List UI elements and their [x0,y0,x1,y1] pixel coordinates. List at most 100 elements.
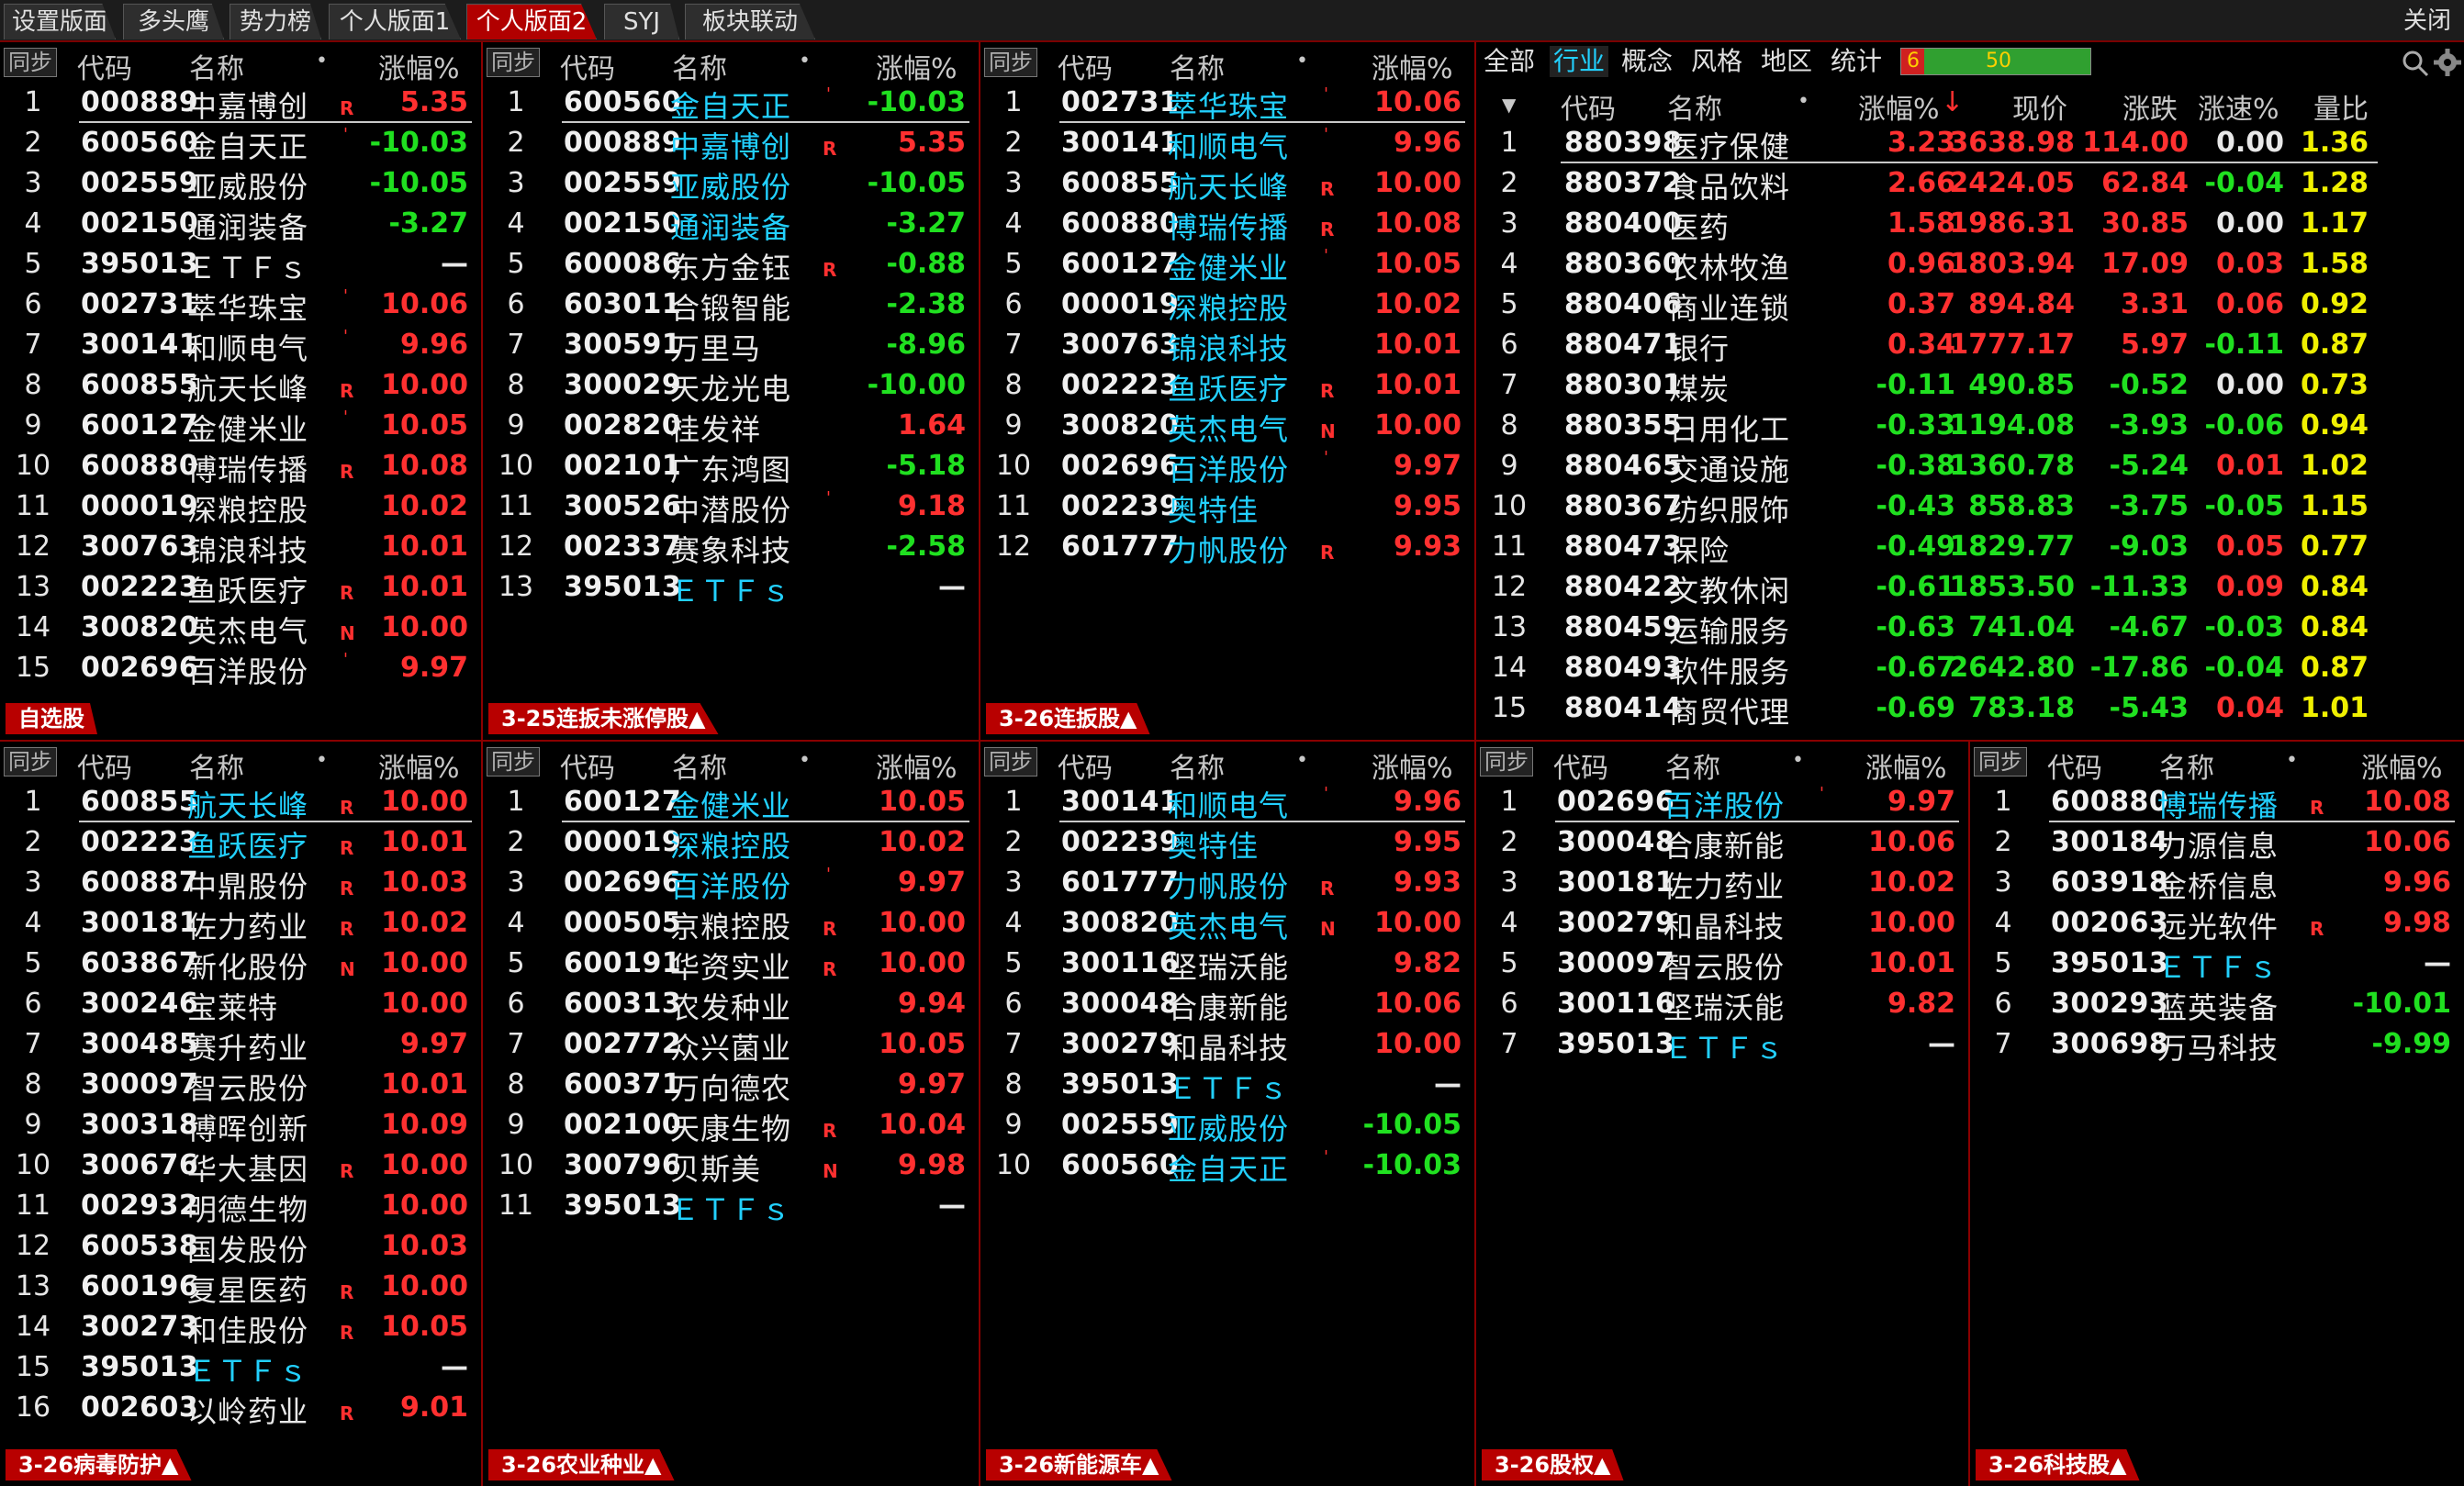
table-row[interactable]: 6 300293 蓝英装备 -10.01 [1970,984,2464,1025]
tab-bull-eagle[interactable]: 多头鹰 [123,4,224,39]
table-row[interactable]: 10 880367 纺织服饰 -0.43 858.83 -3.75 -0.05 1.15 [1476,486,2464,528]
table-row[interactable]: 11 000019 深粮控股 10.02 [0,486,481,528]
table-row[interactable]: 3 600855 航天长峰 R 10.00 [980,163,1474,205]
table-row[interactable]: 2 002239 奥特佳 9.95 [980,822,1474,864]
col-name[interactable]: 名称 [672,46,727,86]
col-code[interactable]: 代码 [1561,86,1616,127]
table-row[interactable]: 3 601777 力帆股份 R 9.93 [980,863,1474,904]
sort-toggle-icon[interactable]: ▼ [1502,94,1516,116]
tab-personal-2[interactable]: 个人版面2 [466,4,597,39]
sync-button[interactable]: 同步 [487,48,540,77]
tab-power-rank[interactable]: 势力榜 [230,4,321,39]
table-row[interactable]: 7 880301 煤炭 -0.11 490.85 -0.52 0.00 0.73 [1476,365,2464,407]
table-row[interactable]: 13 880459 运输服务 -0.63 741.04 -4.67 -0.03 0.84 [1476,608,2464,649]
table-row[interactable]: 5 600127 金健米业 ' 10.05 [980,244,1474,285]
table-row[interactable]: 5 395013 ＥＴＦｓ — [0,244,481,285]
col-pct[interactable]: 涨幅% [876,46,958,86]
table-row[interactable]: 4 000505 京粮控股 R 10.00 [483,903,979,944]
table-row[interactable]: 6 603011 合锻智能 -2.38 [483,285,979,326]
panel-footer-tab[interactable]: 自选股 [6,703,97,734]
col-name[interactable]: 名称 [1667,86,1722,127]
table-row[interactable]: 10 600560 金自天正 ' -10.03 [980,1145,1474,1187]
table-row[interactable]: 3 880400 医药 1.58 1986.31 30.85 0.00 1.17 [1476,204,2464,245]
table-row[interactable]: 3 300181 佐力药业 10.02 [1476,863,1968,904]
table-row[interactable]: 6 300246 宝莱特 10.00 [0,984,481,1025]
col-code[interactable]: 代码 [2047,745,2102,786]
col-pct[interactable]: 涨幅% [378,46,460,86]
sync-button[interactable]: 同步 [984,48,1037,77]
table-row[interactable]: 4 300279 和晶科技 10.00 [1476,903,1968,944]
table-row[interactable]: 9 002559 亚威股份 -10.05 [980,1105,1474,1146]
table-row[interactable]: 16 002603 以岭药业 R 9.01 [0,1388,481,1429]
table-row[interactable]: 7 300763 锦浪科技 10.01 [980,325,1474,366]
sync-button[interactable]: 同步 [4,747,57,777]
search-icon[interactable] [2402,50,2429,77]
sync-button[interactable]: 同步 [1974,747,2027,777]
table-row[interactable]: 11 002239 奥特佳 9.95 [980,486,1474,528]
table-row[interactable]: 3 002559 亚威股份 -10.05 [0,163,481,205]
table-row[interactable]: 5 395013 ＥＴＦｓ — [1970,944,2464,985]
filter-style[interactable]: 风格 [1691,46,1742,77]
tab-syj[interactable]: SYJ [604,4,679,39]
table-row[interactable]: 9 880465 交通设施 -0.38 1360.78 -5.24 0.01 1.02 [1476,446,2464,487]
sync-button[interactable]: 同步 [487,747,540,777]
table-row[interactable]: 2 880372 食品饮料 2.66 2424.05 62.84 -0.04 1.28 [1476,163,2464,205]
table-row[interactable]: 15 395013 ＥＴＦｓ — [0,1347,481,1389]
table-row[interactable]: 12 601777 力帆股份 R 9.93 [980,527,1474,568]
filter-concept[interactable]: 概念 [1621,46,1673,77]
table-row[interactable]: 1 000889 中嘉博创 R 5.35 [0,83,481,124]
table-row[interactable]: 8 880355 日用化工 -0.33 1194.08 -3.93 -0.06 0.94 [1476,406,2464,447]
table-row[interactable]: 5 880406 商业连锁 0.37 894.84 3.31 0.06 0.92 [1476,285,2464,326]
table-row[interactable]: 4 600880 博瑞传播 R 10.08 [980,204,1474,245]
filter-region[interactable]: 地区 [1761,46,1812,77]
table-row[interactable]: 12 880422 文教休闲 -0.61 1853.50 -11.33 0.09 0.84 [1476,567,2464,609]
col-code[interactable]: 代码 [1553,745,1608,786]
table-row[interactable]: 11 002932 明德生物 10.00 [0,1186,481,1227]
col-name[interactable]: 名称 [1665,745,1720,786]
table-row[interactable]: 8 300029 天龙光电 -10.00 [483,365,979,407]
col-code[interactable]: 代码 [1058,745,1113,786]
col-pct[interactable]: 涨幅% [378,745,460,786]
panel-footer-tab[interactable]: 3-26连扳股▲ [986,703,1150,734]
col-price[interactable]: 现价 [2012,86,2067,127]
table-row[interactable]: 4 002150 通润装备 -3.27 [0,204,481,245]
table-row[interactable]: 7 395013 ＥＴＦｓ — [1476,1024,1968,1066]
table-row[interactable]: 2 600560 金自天正 ' -10.03 [0,123,481,164]
table-row[interactable]: 5 300097 智云股份 10.01 [1476,944,1968,985]
table-row[interactable]: 8 002223 鱼跃医疗 R 10.01 [980,365,1474,407]
table-row[interactable]: 15 880414 商贸代理 -0.69 783.18 -5.43 0.04 1.01 [1476,688,2464,730]
table-row[interactable]: 13 002223 鱼跃医疗 R 10.01 [0,567,481,609]
tab-sector-link[interactable]: 板块联动 [685,4,815,39]
table-row[interactable]: 1 880398 医疗保健 3.23 3638.98 114.00 0.00 1.36 [1476,123,2464,164]
table-row[interactable]: 5 600191 华资实业 R 10.00 [483,944,979,985]
table-row[interactable]: 8 600371 万向德农 9.97 [483,1065,979,1106]
table-row[interactable]: 12 600538 国发股份 10.03 [0,1226,481,1268]
table-row[interactable]: 1 002731 萃华珠宝 ' 10.06 [980,83,1474,124]
table-row[interactable]: 8 600855 航天长峰 R 10.00 [0,365,481,407]
table-row[interactable]: 12 300763 锦浪科技 10.01 [0,527,481,568]
col-name[interactable]: 名称 [1170,745,1225,786]
col-pct[interactable]: 涨幅% [1858,86,1940,127]
panel-footer-tab[interactable]: 3-26新能源车▲ [986,1449,1172,1480]
tab-personal-1[interactable]: 个人版面1 [329,4,461,39]
filter-stats[interactable]: 统计 [1831,46,1882,77]
gear-icon[interactable] [2433,48,2462,77]
table-row[interactable]: 2 300141 和顺电气 ' 9.96 [980,123,1474,164]
panel-footer-tab[interactable]: 3-26科技股▲ [1976,1449,2140,1480]
table-row[interactable]: 4 300820 英杰电气 N 10.00 [980,903,1474,944]
table-row[interactable]: 1 600855 航天长峰 R 10.00 [0,782,481,823]
panel-footer-tab[interactable]: 3-25连扳未涨停股▲ [488,703,719,734]
tab-settings-layout[interactable]: 设置版面 [4,4,116,39]
table-row[interactable]: 10 002696 百洋股份 ' 9.97 [980,446,1474,487]
table-row[interactable]: 4 300181 佐力药业 R 10.02 [0,903,481,944]
table-row[interactable]: 5 603867 新化股份 N 10.00 [0,944,481,985]
table-row[interactable]: 13 395013 ＥＴＦｓ — [483,567,979,609]
table-row[interactable]: 1 600560 金自天正 ' -10.03 [483,83,979,124]
sync-button[interactable]: 同步 [1480,747,1533,777]
table-row[interactable]: 13 600196 复星医药 R 10.00 [0,1267,481,1308]
table-row[interactable]: 2 300184 力源信息 10.06 [1970,822,2464,864]
table-row[interactable]: 7 300698 万马科技 -9.99 [1970,1024,2464,1066]
table-row[interactable]: 4 880360 农林牧渔 0.96 1803.94 17.09 0.03 1.58 [1476,244,2464,285]
col-code[interactable]: 代码 [77,46,132,86]
col-pct[interactable]: 涨幅% [1372,745,1453,786]
